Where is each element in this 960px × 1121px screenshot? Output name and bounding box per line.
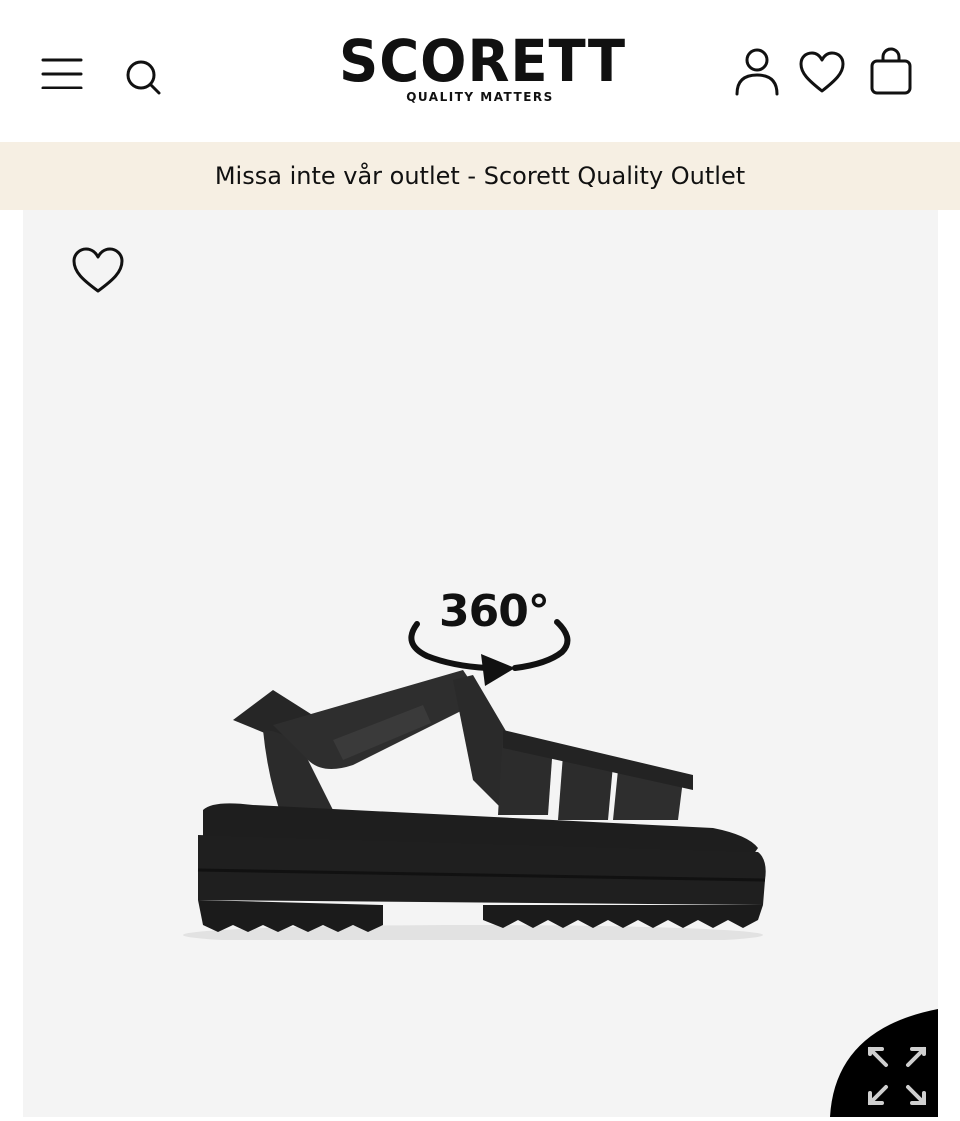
expand-icon[interactable] (830, 1009, 938, 1117)
promo-banner[interactable]: Missa inte vår outlet - Scorett Quality … (0, 142, 960, 210)
site-header: SCORETT QUALITY MATTERS (0, 0, 960, 142)
logo-wordmark: SCORETT (339, 27, 627, 95)
search-icon[interactable] (120, 54, 164, 98)
heart-icon[interactable] (71, 247, 125, 299)
wishlist-icon[interactable] (796, 50, 848, 96)
rotate-360-label: 360° (439, 586, 550, 637)
product-gallery[interactable]: 360° (23, 210, 938, 1117)
bag-icon[interactable] (866, 46, 916, 96)
logo[interactable]: SCORETT QUALITY MATTERS (330, 30, 630, 104)
menu-icon[interactable] (36, 52, 86, 92)
promo-banner-text: Missa inte vår outlet - Scorett Quality … (214, 162, 746, 190)
account-icon[interactable] (730, 46, 784, 98)
